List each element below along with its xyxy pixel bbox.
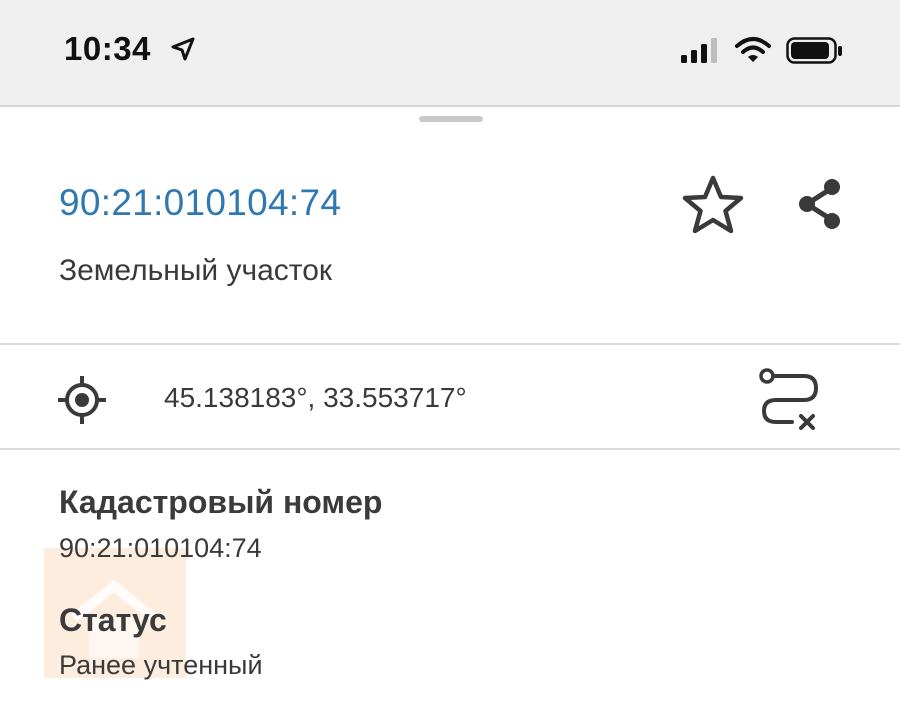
sheet-grabber-handle[interactable] [419, 116, 483, 122]
wifi-icon [735, 36, 771, 69]
status-bar: 10:34 [0, 0, 900, 105]
divider [0, 448, 900, 450]
battery-icon [786, 37, 844, 70]
detail-value-status: Ранее учтенный [59, 650, 263, 680]
share-button[interactable] [790, 174, 850, 234]
share-icon [799, 179, 840, 229]
object-type-subtitle: Земельный участок [59, 254, 333, 287]
star-icon [682, 175, 744, 234]
route-clear-icon [759, 368, 819, 430]
status-time: 10:34 [64, 30, 151, 67]
coordinates-text[interactable]: 45.138183°, 33.553717° [164, 382, 467, 414]
detail-label-cadastral-number: Кадастровый номер [59, 484, 383, 520]
favorite-button[interactable] [678, 173, 748, 237]
cellular-signal-icon [681, 38, 719, 69]
route-button[interactable] [754, 366, 824, 432]
cadastral-number-title[interactable]: 90:21:010104:74 [59, 182, 341, 224]
detail-value-cadastral-number[interactable]: 90:21:010104:74 [59, 533, 262, 564]
target-icon[interactable] [56, 374, 108, 431]
detail-label-status: Статус [59, 602, 167, 638]
divider [0, 343, 900, 345]
location-arrow-icon [170, 36, 196, 67]
sheet-top-border [0, 105, 900, 107]
